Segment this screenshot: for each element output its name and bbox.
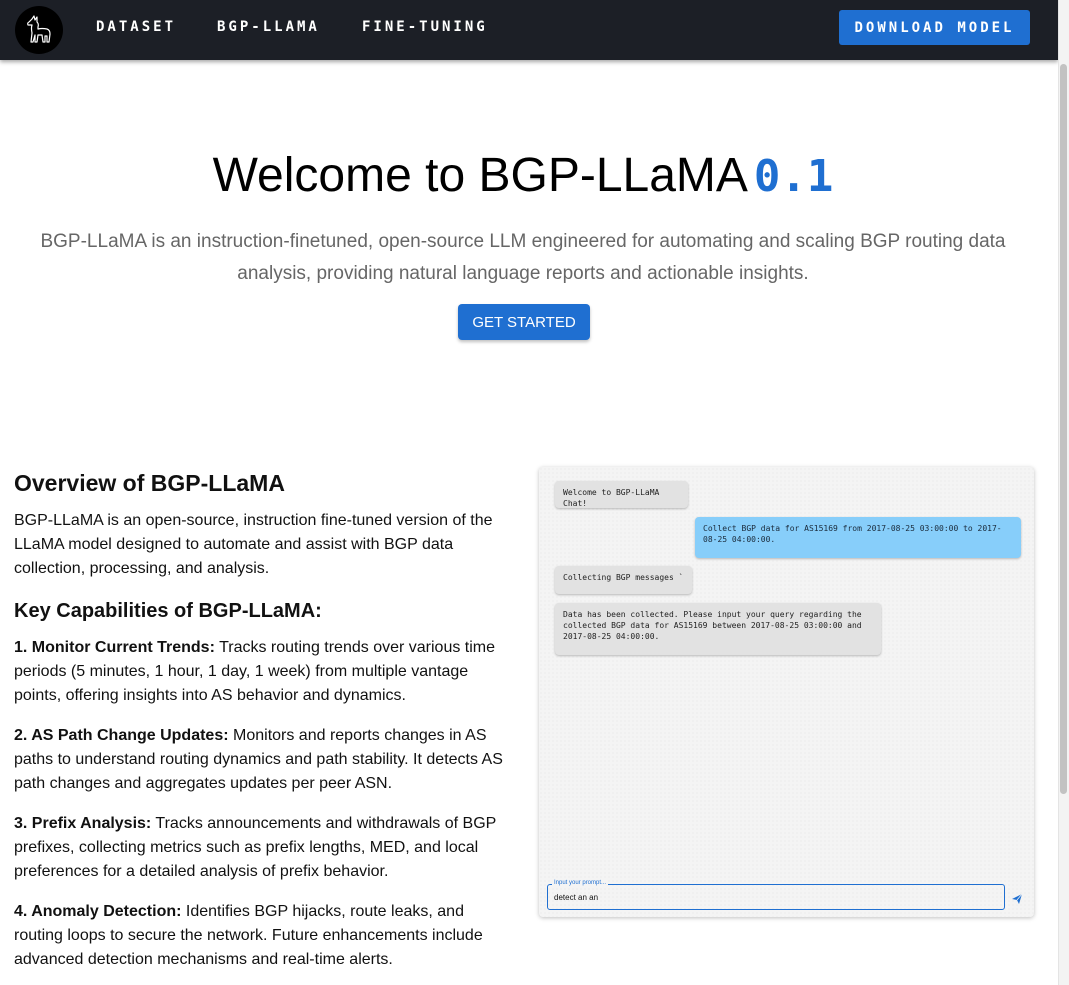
prompt-input[interactable] (547, 884, 1005, 910)
capability-item: 3. Prefix Analysis: Tracks announcements… (14, 812, 514, 884)
capability-heading: 1. Monitor Current Trends: (14, 639, 215, 656)
chat-message-bot: Data has been collected. Please input yo… (555, 603, 881, 655)
hero-title-text: Welcome to BGP-LLaMA (212, 149, 748, 202)
overview-text: BGP-LLaMA is an open-source, instruction… (14, 512, 493, 577)
hero-title: Welcome to BGP-LLaMA 0.1 (0, 148, 1046, 205)
overview-title: Overview of BGP-LLaMA (14, 470, 285, 496)
capability-item: 4. Anomaly Detection: Identifies BGP hij… (14, 900, 514, 972)
capability-item: 2. AS Path Change Updates: Monitors and … (14, 724, 514, 796)
chat-message-user: Collect BGP data for AS15169 from 2017-0… (695, 517, 1021, 558)
get-started-button[interactable]: GET STARTED (458, 304, 590, 340)
capability-heading: 4. Anomaly Detection: (14, 903, 182, 920)
hero-version: 0.1 (753, 151, 834, 202)
send-icon[interactable] (1011, 892, 1023, 904)
capability-heading: 3. Prefix Analysis: (14, 815, 152, 832)
hero-subtitle: BGP-LLaMA is an instruction-finetuned, o… (40, 231, 1006, 284)
prompt-input-value[interactable]: detect an an (554, 893, 598, 902)
chat-message-bot: Collecting BGP messages ` (555, 566, 692, 594)
nav-link-dataset[interactable]: DATASET (96, 19, 176, 35)
prompt-input-label: Input your prompt... (552, 880, 609, 886)
nav-link-fine-tuning[interactable]: FINE-TUNING (362, 19, 488, 35)
capabilities-title: Key Capabilities of BGP-LLaMA: (14, 600, 322, 622)
capability-heading: 2. AS Path Change Updates: (14, 727, 229, 744)
chat-message-bot: Welcome to BGP-LLaMA Chat! (555, 481, 688, 508)
top-nav-bar: DATASET BGP-LLAMA FINE-TUNING DOWNLOAD M… (0, 0, 1058, 60)
nav-link-bgp-llama[interactable]: BGP-LLAMA (217, 19, 320, 35)
capability-item: 1. Monitor Current Trends: Tracks routin… (14, 636, 514, 708)
llama-logo-icon[interactable] (15, 6, 63, 54)
download-model-button[interactable]: DOWNLOAD MODEL (839, 10, 1030, 45)
scrollbar-thumb[interactable] (1060, 64, 1067, 794)
